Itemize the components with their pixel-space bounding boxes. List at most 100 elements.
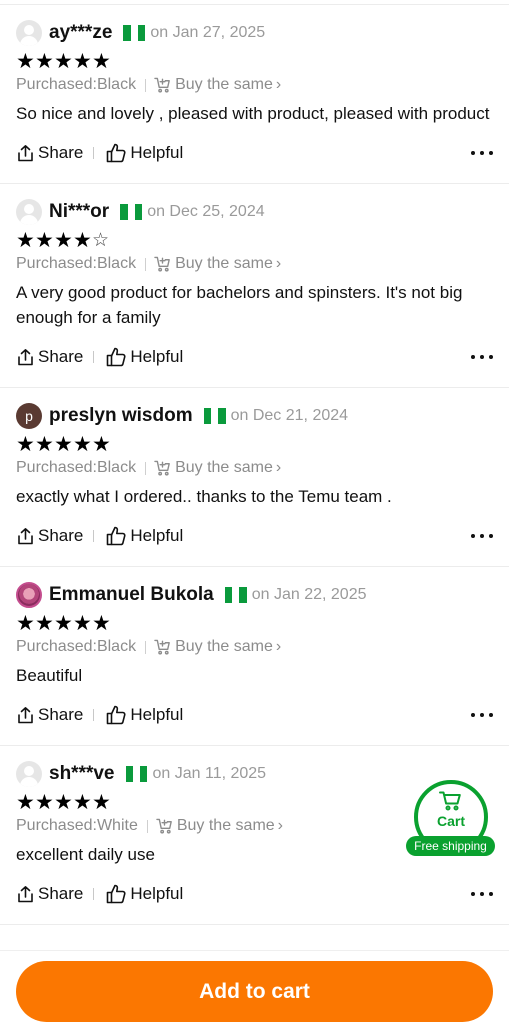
helpful-button[interactable]: Helpful (106, 884, 183, 904)
review-date: on Dec 21, 2024 (230, 407, 349, 424)
avatar[interactable] (16, 582, 42, 608)
star-filled-icon: ★ (16, 229, 35, 252)
cart-label: Cart (436, 813, 465, 829)
more-options-icon[interactable] (471, 891, 493, 897)
chevron-right-icon: › (277, 817, 283, 834)
divider (93, 709, 95, 721)
divider (146, 819, 148, 833)
star-filled-icon: ★ (73, 229, 92, 252)
cart-icon (439, 791, 461, 811)
divider (93, 147, 95, 159)
helpful-label: Helpful (130, 347, 184, 366)
review-actions: Share Helpful (16, 880, 493, 908)
helpful-label: Helpful (130, 526, 184, 545)
reviewer-name[interactable]: sh***ve (49, 763, 115, 785)
share-button[interactable]: Share (16, 347, 83, 367)
add-to-cart-button[interactable]: Add to cart (16, 961, 493, 1022)
review-actions: Share Helpful (16, 343, 493, 371)
buy-the-same-label: Buy the same (175, 255, 273, 272)
review-item: ay***ze on Jan 27, 2025 ★ ★ ★ ★ ★ Purchased:… (0, 18, 509, 184)
buy-the-same-label: Buy the same (175, 459, 273, 476)
share-icon (18, 706, 33, 723)
buy-the-same-link[interactable]: Buy the same › (154, 76, 281, 94)
more-options-icon[interactable] (471, 150, 493, 156)
star-filled-icon: ★ (35, 791, 54, 814)
buy-the-same-link[interactable]: Buy the same › (154, 638, 281, 656)
purchased-variant: Purchased:Black (16, 255, 137, 272)
share-button[interactable]: Share (16, 705, 83, 725)
nigeria-flag-icon (203, 408, 226, 424)
avatar-letter: p (25, 408, 33, 424)
avatar[interactable] (16, 761, 42, 787)
divider (93, 530, 95, 542)
buy-the-same-link[interactable]: Buy the same › (154, 459, 281, 477)
review-item: p preslyn wisdom on Dec 21, 2024 ★ ★ ★ ★ ★ P… (0, 401, 509, 567)
reviewer-name[interactable]: Ni***or (49, 201, 109, 223)
buy-the-same-link[interactable]: Buy the same › (154, 255, 281, 273)
helpful-button[interactable]: Helpful (106, 347, 183, 367)
star-filled-icon: ★ (92, 433, 111, 456)
buy-the-same-label: Buy the same (176, 817, 275, 834)
review-date: on Jan 22, 2025 (251, 586, 367, 603)
star-filled-icon: ★ (35, 612, 54, 635)
review-header: ay***ze on Jan 27, 2025 (16, 18, 493, 48)
purchased-variant: Purchased:Black (16, 459, 137, 476)
review-item: Emmanuel Bukola on Jan 22, 2025 ★ ★ ★ ★ ★ Pu… (0, 580, 509, 746)
star-filled-icon: ★ (16, 791, 35, 814)
divider (145, 640, 147, 654)
review-actions: Share Helpful (16, 522, 493, 550)
nigeria-flag-icon (125, 766, 148, 782)
star-filled-icon: ★ (73, 50, 92, 73)
add-cart-icon (154, 77, 170, 93)
more-options-icon[interactable] (471, 354, 493, 360)
star-filled-icon: ★ (54, 433, 73, 456)
thumbs-up-icon (107, 347, 126, 367)
helpful-button[interactable]: Helpful (106, 526, 183, 546)
thumbs-up-icon (107, 884, 126, 904)
buy-the-same-label: Buy the same (175, 76, 273, 93)
divider (145, 78, 147, 92)
star-filled-icon: ★ (54, 612, 73, 635)
divider (145, 257, 147, 271)
floating-cart-button[interactable]: Cart Free shipping (406, 780, 496, 858)
star-filled-icon: ★ (35, 229, 54, 252)
more-options-icon[interactable] (471, 712, 493, 718)
share-label: Share (38, 884, 84, 903)
star-filled-icon: ★ (16, 612, 35, 635)
reviewer-name[interactable]: ay***ze (49, 22, 112, 44)
share-button[interactable]: Share (16, 526, 83, 546)
reviewer-name[interactable]: Emmanuel Bukola (49, 584, 214, 606)
share-label: Share (38, 143, 84, 162)
buy-the-same-link[interactable]: Buy the same › (156, 817, 283, 835)
divider (93, 351, 95, 363)
purchased-variant: Purchased:Black (16, 76, 137, 93)
star-filled-icon: ★ (35, 50, 54, 73)
thumbs-up-icon (107, 143, 126, 163)
share-button[interactable]: Share (16, 884, 83, 904)
avatar[interactable]: p (16, 403, 42, 429)
chevron-right-icon: › (275, 459, 282, 476)
share-label: Share (38, 705, 84, 724)
avatar[interactable] (16, 199, 42, 225)
more-options-icon[interactable] (471, 533, 493, 539)
review-header: p preslyn wisdom on Dec 21, 2024 (16, 401, 493, 431)
star-rating: ★ ★ ★ ★ ★ (16, 434, 493, 456)
free-shipping-badge: Free shipping (406, 836, 495, 856)
add-cart-icon (154, 256, 170, 272)
star-rating: ★ ★ ★ ★ ★ (16, 613, 493, 635)
share-button[interactable]: Share (16, 143, 83, 163)
helpful-label: Helpful (130, 143, 184, 162)
reviewer-name[interactable]: preslyn wisdom (49, 405, 193, 427)
review-date: on Dec 25, 2024 (147, 203, 265, 220)
star-filled-icon: ★ (54, 229, 73, 252)
avatar[interactable] (16, 20, 42, 46)
share-label: Share (38, 347, 84, 366)
helpful-button[interactable]: Helpful (106, 143, 183, 163)
star-filled-icon: ★ (16, 433, 35, 456)
star-filled-icon: ★ (54, 791, 73, 814)
helpful-button[interactable]: Helpful (106, 705, 183, 725)
star-empty-icon: ☆ (92, 230, 110, 251)
thumbs-up-icon (107, 705, 126, 725)
nigeria-flag-icon (123, 25, 146, 41)
purchased-variant: Purchased:Black (16, 638, 137, 655)
